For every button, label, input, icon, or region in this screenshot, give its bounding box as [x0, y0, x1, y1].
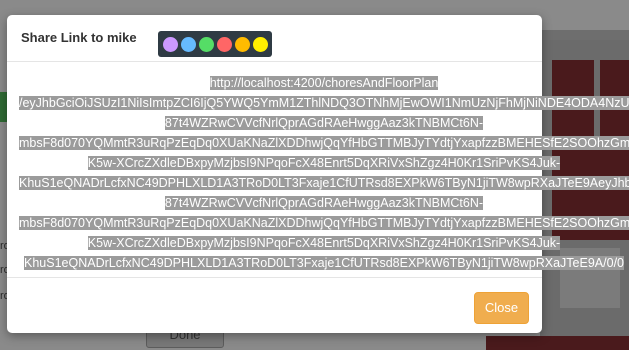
modal-body: http://localhost:4200/choresAndFloorPlan…: [7, 62, 629, 276]
share-link-text[interactable]: http://localhost:4200/choresAndFloorPlan…: [19, 73, 629, 273]
close-button[interactable]: Close: [474, 292, 529, 324]
color-dot-purple[interactable]: [163, 36, 178, 52]
link-line: K5w-XCrcZXdleDBxpyMzjbsI9NPqoFcX48Enrt5D…: [87, 156, 561, 170]
link-line: /eyJhbGciOiJSUzI1NiIsImtpZCI6IjQ5YWQ5YmM…: [19, 93, 629, 113]
share-link-modal: Share Link to mike http://localhost:4200…: [7, 15, 629, 334]
link-line: KhuS1eQNADrLcfxNC49DPHLXLD1A3TRoD0LT3Fxa…: [24, 256, 624, 270]
link-line: K5w-XCrcZXdleDBxpyMzjbsI9NPqoFcX48Enrt5D…: [87, 236, 561, 250]
color-dot-red[interactable]: [217, 36, 232, 52]
color-dot-yellow[interactable]: [253, 36, 268, 52]
link-line: 87t4WZRwCVVcfNrlQprAGdRAeHwggAaz3kTNBMCt…: [164, 196, 484, 210]
color-dot-orange[interactable]: [235, 36, 250, 52]
link-line: mbsF8d070YQMmtR3uRqPzEqDq0XUaKNaZlXDDhwj…: [19, 213, 629, 233]
link-line: KhuS1eQNADrLcfxNC49DPHLXLD1A3TRoD0LT3Fxa…: [19, 173, 629, 193]
link-line: mbsF8d070YQMmtR3uRqPzEqDq0XUaKNaZlXDDhwj…: [19, 133, 629, 153]
background-red-block: [486, 336, 629, 350]
modal-title: Share Link to mike: [21, 30, 137, 45]
link-line: 87t4WZRwCVVcfNrlQprAGdRAeHwggAaz3kTNBMCt…: [164, 116, 484, 130]
modal-footer: Close: [7, 277, 542, 334]
link-line: http://localhost:4200/choresAndFloorPlan: [209, 76, 439, 90]
modal-header: Share Link to mike: [7, 15, 542, 62]
color-dot-green[interactable]: [199, 36, 214, 52]
color-dot-blue[interactable]: [181, 36, 196, 52]
color-dot-palette: [158, 31, 272, 57]
